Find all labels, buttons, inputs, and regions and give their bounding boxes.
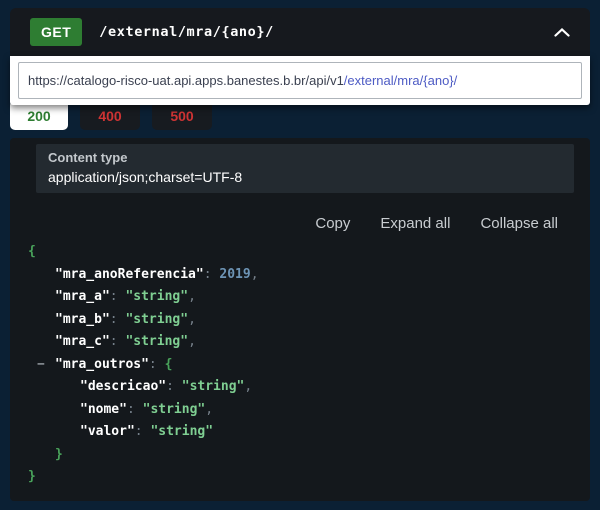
code-token-brace: {	[164, 356, 173, 372]
code-line: − "mra_outros": {	[28, 354, 574, 377]
code-token-punct: ,	[188, 289, 196, 304]
code-line: "mra_anoReferencia": 2019,	[28, 264, 574, 287]
copy-button[interactable]: Copy	[315, 215, 350, 232]
code-token-key: "mra_b"	[55, 311, 110, 327]
code-token-brace: }	[55, 446, 63, 462]
code-token-str: "string"	[125, 311, 189, 327]
code-token-key: "mra_c"	[55, 334, 110, 349]
request-url-input[interactable]: https://catalogo-risco-uat.api.apps.bane…	[18, 62, 582, 99]
response-panel: Content type application/json;charset=UT…	[10, 138, 590, 501]
content-type-box: Content type application/json;charset=UT…	[36, 144, 574, 193]
operation-header[interactable]: GET /external/mra/{ano}/	[10, 8, 590, 56]
body-actions: Copy Expand all Collapse all	[28, 215, 574, 232]
request-url-panel: https://catalogo-risco-uat.api.apps.bane…	[10, 56, 590, 105]
code-token-num: 2019	[219, 266, 251, 282]
content-type-value: application/json;charset=UTF-8	[48, 169, 243, 185]
code-token-key: "descricao"	[80, 379, 167, 394]
code-token-brace: {	[28, 244, 36, 259]
code-token-str: "string"	[125, 334, 189, 349]
code-line: "descricao": "string",	[28, 376, 574, 399]
code-token-punct: :	[126, 401, 143, 417]
code-token-punct: :	[109, 311, 126, 327]
code-token-key: "mra_anoReferencia"	[55, 266, 204, 282]
code-line: "mra_c": "string",	[28, 331, 574, 354]
code-token-key: "valor"	[80, 424, 135, 439]
request-url-base: https://catalogo-risco-uat.api.apps.bane…	[28, 73, 344, 88]
code-line: "nome": "string",	[28, 399, 574, 422]
response-json-body: {"mra_anoReferencia": 2019, "mra_a": "str…	[28, 241, 574, 489]
code-token-key: "nome"	[80, 401, 127, 417]
chevron-up-icon[interactable]	[554, 27, 570, 37]
code-token-punct: :	[148, 356, 165, 372]
operation-block: GET /external/mra/{ano}/ https://catalog…	[10, 8, 590, 501]
code-token-str: "string"	[150, 424, 214, 439]
code-token-punct: :	[134, 424, 151, 439]
code-token-key: "mra_a"	[55, 289, 110, 304]
code-token-str: "string"	[125, 289, 189, 304]
code-token-str: "string"	[142, 401, 206, 417]
code-line: }	[28, 444, 574, 467]
code-line: "mra_b": "string",	[28, 309, 574, 332]
code-token-punct: :	[109, 289, 126, 304]
request-url-endpoint: /external/mra/{ano}/	[343, 73, 458, 88]
code-token-punct: ,	[244, 379, 253, 394]
code-line: }	[28, 466, 574, 489]
code-token-punct: :	[203, 266, 220, 282]
collapse-node-icon[interactable]: −	[37, 354, 45, 377]
expand-all-button[interactable]: Expand all	[380, 215, 450, 232]
code-token-punct: ,	[188, 334, 196, 349]
content-type-label: Content type	[48, 150, 128, 165]
collapse-all-button[interactable]: Collapse all	[480, 215, 558, 232]
code-token-punct: ,	[205, 401, 214, 417]
code-token-punct: ,	[188, 311, 196, 327]
http-method-badge: GET	[30, 18, 83, 46]
code-token-punct: :	[109, 334, 126, 349]
code-line: "valor": "string"	[28, 421, 574, 444]
endpoint-path: /external/mra/{ano}/	[99, 24, 274, 40]
code-line: {	[28, 241, 574, 264]
code-token-brace: }	[28, 469, 36, 484]
code-token-str: "string"	[181, 379, 245, 394]
code-token-punct: :	[166, 379, 182, 394]
code-line: "mra_a": "string",	[28, 286, 574, 309]
code-token-key: "mra_outros"	[55, 356, 149, 372]
code-token-punct: ,	[250, 266, 259, 282]
